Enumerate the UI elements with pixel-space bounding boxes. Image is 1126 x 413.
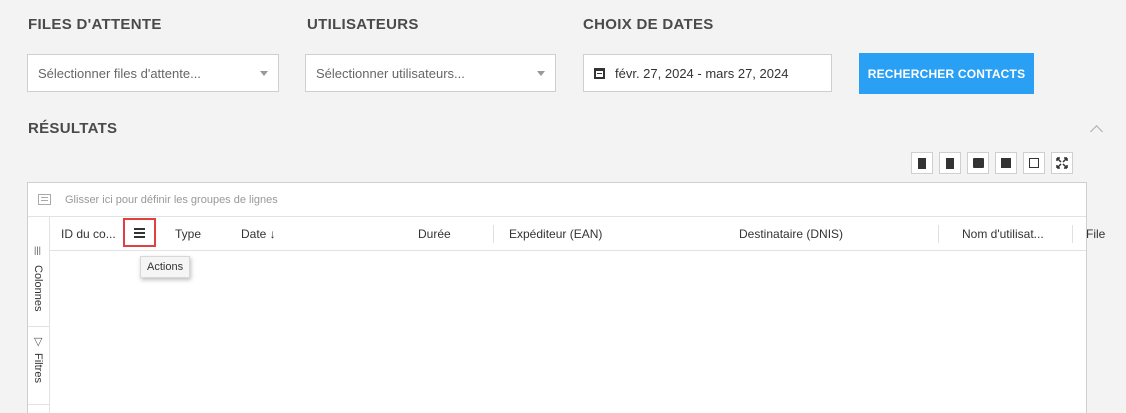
calendar-icon — [594, 67, 605, 79]
actions-tooltip: Actions — [140, 256, 191, 278]
results-grid: Glisser ici pour définir les groupes de … — [27, 182, 1105, 413]
columns-tab[interactable]: ||| Colonnes — [28, 217, 49, 327]
copy-icon[interactable] — [995, 152, 1017, 174]
grid-header-row: ID du co... Type Date ↓ Durée Expéditeur… — [50, 217, 1105, 251]
queues-dropdown[interactable]: Sélectionner files d'attente... — [27, 54, 279, 92]
export-csv-icon[interactable] — [939, 152, 961, 174]
filters-tab[interactable]: ▽ Filtres — [28, 327, 49, 405]
date-range-field[interactable]: févr. 27, 2024 - mars 27, 2024 — [583, 54, 832, 92]
export-excel-icon[interactable] — [911, 152, 933, 174]
grid-body: ID du co... Type Date ↓ Durée Expéditeur… — [50, 217, 1105, 413]
col-header-type[interactable]: Type — [175, 227, 201, 241]
column-actions-menu-button[interactable] — [123, 218, 156, 247]
columns-icon: ||| — [34, 245, 42, 255]
side-panel: ||| Colonnes ▽ Filtres — [28, 217, 50, 413]
col-header-id[interactable]: ID du co... — [61, 227, 116, 241]
date-range-value: févr. 27, 2024 - mars 27, 2024 — [615, 65, 789, 81]
hamburger-menu-icon — [134, 231, 145, 234]
save-icon[interactable] — [967, 152, 989, 174]
col-header-username[interactable]: Nom d'utilisat... — [962, 227, 1044, 241]
users-dropdown[interactable]: Sélectionner utilisateurs... — [305, 54, 556, 92]
col-header-date[interactable]: Date ↓ — [241, 227, 276, 241]
group-by-bar[interactable]: Glisser ici pour définir les groupes de … — [28, 183, 1086, 217]
results-toolbar — [911, 152, 1073, 174]
columns-tab-label: Colonnes — [32, 265, 44, 312]
col-header-duration[interactable]: Durée — [418, 227, 451, 241]
results-title: RÉSULTATS — [28, 120, 118, 137]
collapse-icon[interactable] — [1090, 125, 1103, 138]
group-rows-icon — [38, 194, 51, 205]
dates-title: CHOIX DE DATES — [583, 16, 714, 33]
chevron-down-icon — [260, 70, 268, 76]
fullscreen-icon[interactable] — [1051, 152, 1073, 174]
chevron-down-icon — [537, 70, 545, 76]
col-header-recipient[interactable]: Destinataire (DNIS) — [739, 227, 843, 241]
queues-title: FILES D'ATTENTE — [28, 16, 162, 33]
col-header-sender[interactable]: Expéditeur (EAN) — [509, 227, 602, 241]
restore-icon[interactable] — [1023, 152, 1045, 174]
col-header-queue[interactable]: File — [1086, 227, 1105, 241]
queues-placeholder: Sélectionner files d'attente... — [38, 65, 201, 81]
group-hint-text: Glisser ici pour définir les groupes de … — [65, 193, 278, 206]
users-title: UTILISATEURS — [307, 16, 419, 33]
users-placeholder: Sélectionner utilisateurs... — [316, 65, 465, 81]
filter-icon: ▽ — [34, 336, 43, 348]
search-contacts-button[interactable]: RECHERCHER CONTACTS — [859, 53, 1034, 94]
filters-tab-label: Filtres — [32, 353, 44, 383]
